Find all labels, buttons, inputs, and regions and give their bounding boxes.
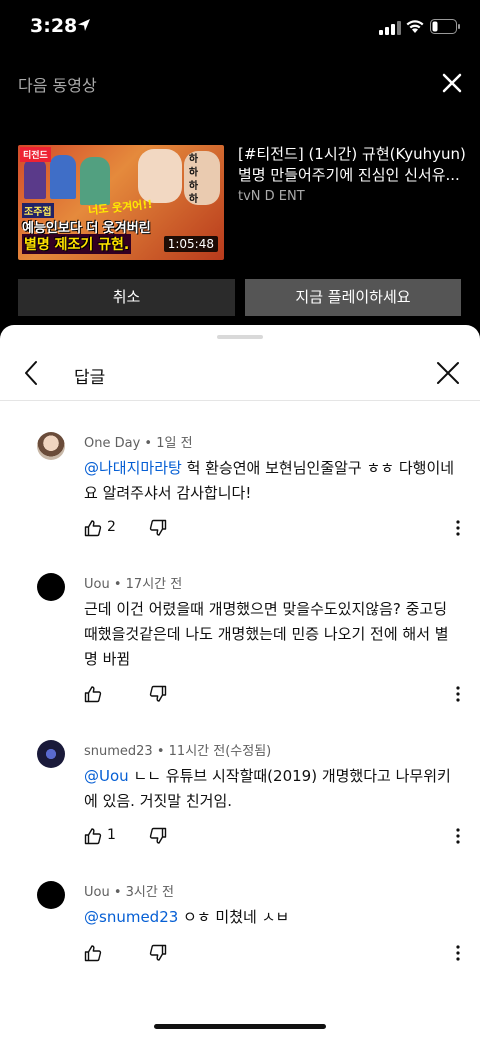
like-count: 1 <box>107 827 116 843</box>
next-video-title-line1: [#티전드] (1시간) 규현(Kyuhyun) <box>238 145 466 163</box>
replies-sheet: 답글 One Day • 1일 전 @나대지마라탕 헉 환승연애 보현님인줄알구… <box>0 325 480 1039</box>
thumbs-up-icon[interactable] <box>84 827 102 845</box>
like-count: 2 <box>107 519 116 535</box>
status-time: 3:28 <box>30 15 78 37</box>
comment-meta: snumed23 • 11시간 전(수정됨) <box>84 740 271 759</box>
thumbnail-figure <box>50 155 76 199</box>
comment-meta: Uou • 17시간 전 <box>84 573 182 592</box>
sheet-drag-handle[interactable] <box>217 335 263 339</box>
comment-actions: 1 <box>84 827 474 847</box>
thumbs-down-icon[interactable] <box>149 685 167 703</box>
thumbs-up-icon[interactable] <box>84 685 102 703</box>
comment-time: • 17시간 전 <box>113 577 183 592</box>
thumbnail-caption: 별명 제조기 규현. <box>22 234 132 254</box>
comment-text: @snumed23 ㅇㅎ 미쳤네 ㅅㅂ <box>84 905 456 930</box>
thumbs-down-icon[interactable] <box>149 944 167 962</box>
thumbnail-figure <box>24 159 46 199</box>
comment-actions <box>84 685 474 705</box>
comment-text: 근데 이건 어렸을때 개명했으면 맞을수도있지않음? 중고딩때했을것같은데 나도… <box>84 597 456 672</box>
comment-meta: Uou • 3시간 전 <box>84 881 174 900</box>
location-arrow-icon <box>78 19 90 31</box>
thumbnail-figure <box>138 149 182 203</box>
close-icon[interactable] <box>434 359 462 387</box>
video-duration: 1:05:48 <box>163 236 218 252</box>
battery-icon <box>430 19 460 34</box>
comment-time: • 1일 전 <box>144 436 193 451</box>
thumbnail-caption: 하 하 하 하 <box>186 153 197 204</box>
comment-text: @Uou ㄴㄴ 유튜브 시작할때(2019) 개명했다고 나무위키에 있음. 거… <box>84 764 456 814</box>
thumbs-up-icon[interactable] <box>84 519 102 537</box>
more-options-icon[interactable] <box>452 685 464 703</box>
comment-actions <box>84 944 474 964</box>
comment-author[interactable]: Uou <box>84 885 110 900</box>
thumbnail-caption: 조주접 <box>22 203 54 218</box>
thumbs-up-icon[interactable] <box>84 944 102 962</box>
avatar[interactable] <box>37 573 65 601</box>
comment-time: • 3시간 전 <box>113 885 174 900</box>
comment-mention[interactable]: @Uou <box>84 767 129 785</box>
next-video-thumbnail[interactable]: 티전드 조주접 너도 웃겨어!! 하 하 하 하 예능인보다 더 웃겨버린 별명… <box>18 145 224 260</box>
comment-time: • 11시간 전(수정됨) <box>156 744 272 759</box>
status-bar: 3:28 <box>0 0 480 58</box>
more-options-icon[interactable] <box>452 519 464 537</box>
wifi-icon <box>406 20 424 33</box>
next-video-channel[interactable]: tvN D ENT <box>238 189 305 204</box>
avatar[interactable] <box>37 881 65 909</box>
comment-mention[interactable]: @나대지마라탕 <box>84 459 182 477</box>
close-icon[interactable] <box>438 69 466 97</box>
more-options-icon[interactable] <box>452 827 464 845</box>
comment-meta: One Day • 1일 전 <box>84 432 193 451</box>
home-indicator[interactable] <box>154 1024 326 1029</box>
thumbs-down-icon[interactable] <box>149 519 167 537</box>
replies-header: 답글 <box>0 343 480 401</box>
cancel-button[interactable]: 취소 <box>18 279 235 316</box>
thumbs-down-icon[interactable] <box>149 827 167 845</box>
comment-mention[interactable]: @snumed23 <box>84 908 178 926</box>
comment-text: @나대지마라탕 헉 환승연애 보현님인줄알구 ㅎㅎ 다행이네요 알려주샤서 감사… <box>84 456 456 506</box>
next-video-title-line2: 별명 만들어주기에 진심인 신서유... <box>238 166 460 184</box>
back-arrow-icon[interactable] <box>18 359 46 387</box>
comment-body: ㅇㅎ 미쳤네 ㅅㅂ <box>178 908 290 926</box>
comment-body: 근데 이건 어렸을때 개명했으면 맞을수도있지않음? 중고딩때했을것같은데 나도… <box>84 600 449 668</box>
avatar[interactable] <box>37 740 65 768</box>
avatar[interactable] <box>37 432 65 460</box>
comment-actions: 2 <box>84 519 474 539</box>
comment-body: ㄴㄴ 유튜브 시작할때(2019) 개명했다고 나무위키에 있음. 거짓말 친거… <box>84 767 451 810</box>
play-now-button[interactable]: 지금 플레이하세요 <box>245 279 461 316</box>
thumbnail-tag: 티전드 <box>20 147 51 162</box>
comment-author[interactable]: snumed23 <box>84 744 153 759</box>
comment-author[interactable]: Uou <box>84 577 110 592</box>
next-video-title[interactable]: [#티전드] (1시간) 규현(Kyuhyun) 별명 만들어주기에 진심인 신… <box>238 144 466 186</box>
more-options-icon[interactable] <box>452 944 464 962</box>
next-video-label: 다음 동영상 <box>18 76 97 95</box>
thumbnail-figure <box>80 157 110 205</box>
cellular-signal-icon <box>379 21 401 35</box>
replies-title: 답글 <box>74 368 106 388</box>
comment-author[interactable]: One Day <box>84 436 140 451</box>
